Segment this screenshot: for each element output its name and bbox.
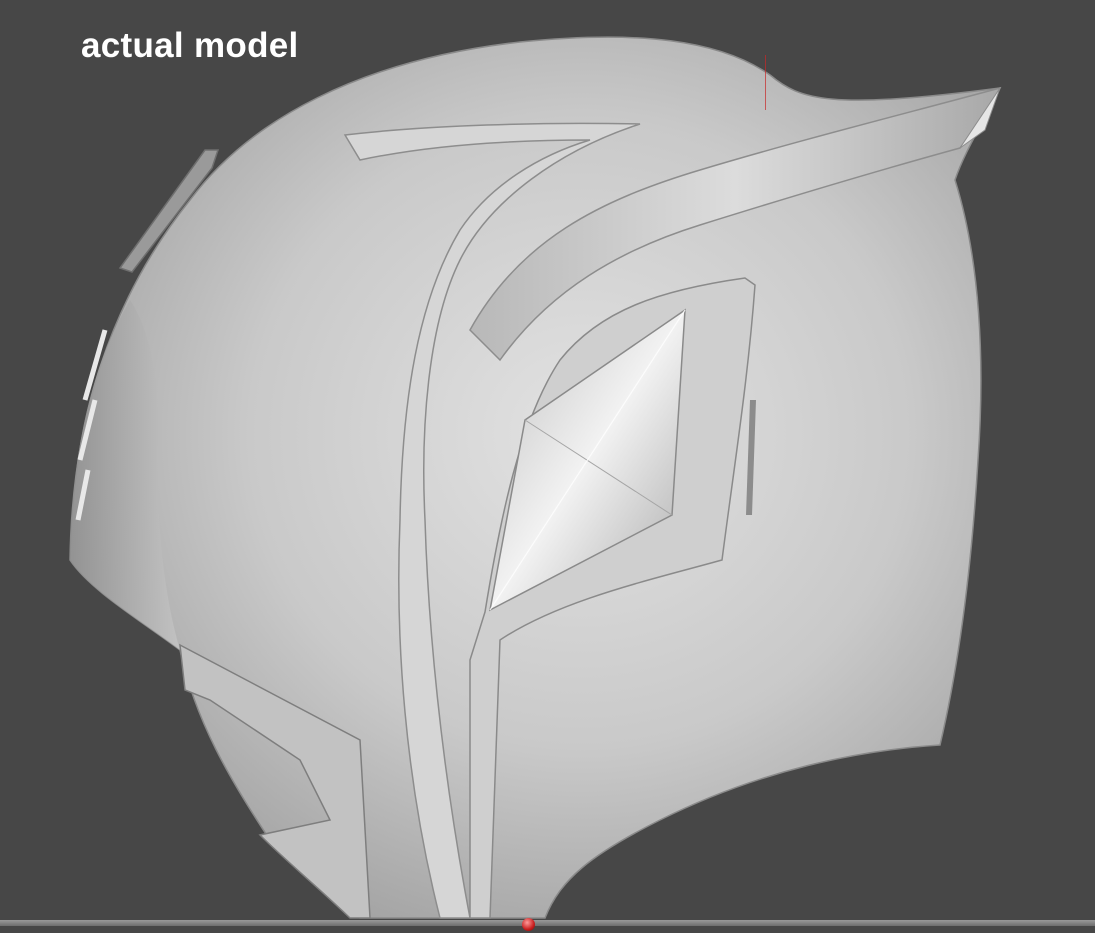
3d-viewport[interactable]: actual model [0, 0, 1095, 933]
ground-grid-line [0, 920, 1095, 926]
axis-indicator [765, 55, 766, 110]
caption-label: actual model [81, 26, 299, 65]
origin-marker[interactable] [522, 918, 535, 931]
helmet-model-render [69, 36, 1002, 919]
